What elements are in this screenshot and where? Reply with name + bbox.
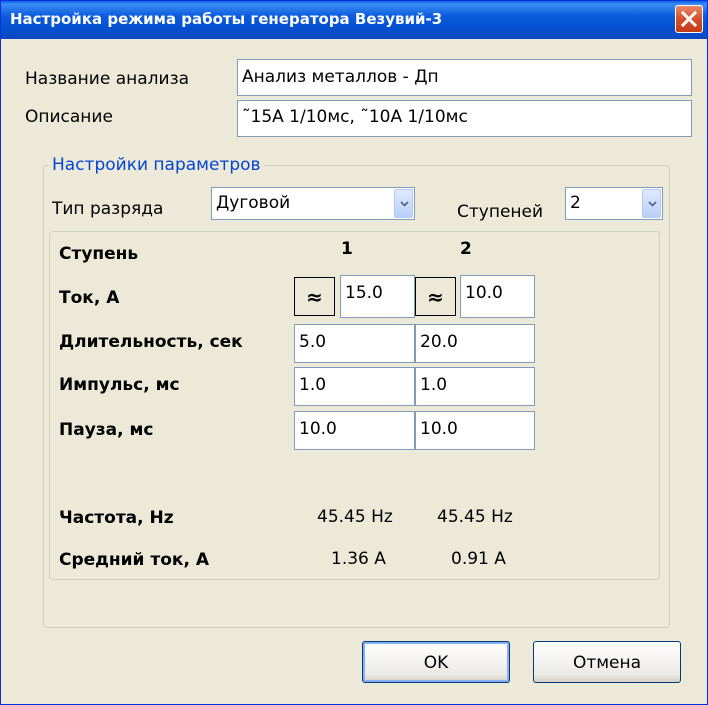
stage-label: Ступень — [59, 244, 139, 264]
cancel-button[interactable]: Отмена — [533, 641, 681, 683]
chevron-down-icon — [400, 201, 409, 207]
analysis-name-input[interactable]: Анализ металлов - Дп — [237, 59, 692, 96]
current-input-2[interactable]: 10.0 — [460, 275, 535, 318]
dialog-window: Настройка режима работы генератора Везув… — [0, 0, 708, 705]
impulse-input-2[interactable]: 1.0 — [415, 367, 535, 406]
duration-label: Длительность, сек — [59, 332, 243, 352]
stage-1-header: 1 — [341, 239, 353, 259]
approx-icon: ≈ — [306, 285, 323, 309]
average-current-value-2: 0.91 A — [451, 549, 506, 569]
description-label: Описание — [25, 107, 113, 127]
frequency-value-2: 45.45 Hz — [437, 507, 513, 527]
frequency-label: Частота, Hz — [59, 508, 174, 528]
discharge-type-label: Тип разряда — [52, 199, 164, 219]
current-input-1[interactable]: 15.0 — [340, 275, 415, 318]
steps-label: Ступеней — [457, 202, 544, 222]
pause-input-2[interactable]: 10.0 — [415, 411, 535, 450]
description-input[interactable]: ˜15A 1/10мс, ˜10A 1/10мс — [237, 100, 692, 137]
window-title: Настройка режима работы генератора Везув… — [10, 10, 443, 28]
steps-value: 2 — [570, 193, 581, 213]
current-mode-button-2[interactable]: ≈ — [415, 277, 456, 316]
cancel-button-label: Отмена — [572, 653, 642, 673]
stage-2-header: 2 — [460, 239, 472, 259]
pause-input-1[interactable]: 10.0 — [294, 411, 415, 450]
current-label: Ток, А — [59, 288, 120, 308]
average-current-label: Средний ток, А — [59, 550, 209, 570]
steps-dropdown-button[interactable] — [642, 189, 661, 218]
ok-button-label: OK — [423, 653, 449, 673]
duration-input-1[interactable]: 5.0 — [294, 324, 415, 363]
parameters-group-title: Настройки параметров — [49, 155, 264, 175]
impulse-input-1[interactable]: 1.0 — [294, 367, 415, 406]
discharge-type-select[interactable]: Дуговой — [211, 187, 415, 220]
ok-button[interactable]: OK — [362, 641, 510, 683]
steps-select[interactable]: 2 — [565, 187, 663, 220]
approx-icon: ≈ — [427, 285, 444, 309]
title-bar[interactable]: Настройка режима работы генератора Везув… — [1, 1, 707, 39]
close-icon — [681, 11, 697, 27]
average-current-value-1: 1.36 A — [331, 549, 386, 569]
pause-label: Пауза, мс — [59, 420, 154, 440]
discharge-dropdown-button[interactable] — [394, 189, 413, 218]
chevron-down-icon — [648, 201, 657, 207]
duration-input-2[interactable]: 20.0 — [415, 324, 535, 363]
current-mode-button-1[interactable]: ≈ — [294, 277, 335, 316]
impulse-label: Импульс, мс — [59, 375, 180, 395]
frequency-value-1: 45.45 Hz — [317, 507, 393, 527]
discharge-type-value: Дуговой — [216, 193, 291, 213]
close-button[interactable] — [675, 5, 703, 33]
analysis-name-label: Название анализа — [25, 69, 190, 89]
